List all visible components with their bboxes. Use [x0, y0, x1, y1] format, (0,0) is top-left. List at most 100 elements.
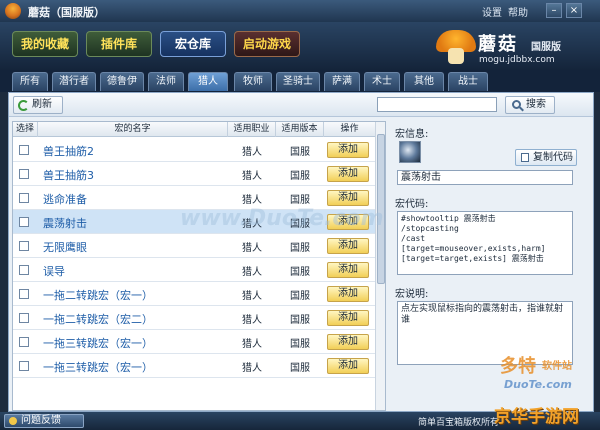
macro-desc-textarea[interactable]: 点左实现鼠标指向的震荡射击，指谁就射谁	[397, 301, 573, 365]
feedback-button[interactable]: 问题反馈	[4, 414, 84, 428]
my-favorites-button[interactable]: 我的收藏	[12, 31, 78, 57]
table-row[interactable]: 一拖二转跳宏（宏二） 猎人 国服 添加	[13, 306, 375, 330]
tab-paladin[interactable]: 圣骑士	[276, 72, 320, 91]
tab-warlock[interactable]: 术士	[364, 72, 400, 91]
macro-version: 国服	[290, 147, 310, 158]
table-row[interactable]: 一拖二转跳宏（宏一） 猎人 国服 添加	[13, 282, 375, 306]
refresh-label: 刷新	[32, 99, 52, 110]
add-button[interactable]: 添加	[327, 358, 369, 374]
macro-name[interactable]: 一拖二转跳宏（宏一）	[43, 287, 153, 303]
tab-all[interactable]: 所有	[12, 72, 48, 91]
tab-hunter[interactable]: 猎人	[188, 72, 228, 91]
launch-game-button[interactable]: 启动游戏	[234, 31, 300, 57]
table-row[interactable]: 无限鹰眼 猎人 国服 添加	[13, 234, 375, 258]
help-link[interactable]: 帮助	[508, 4, 528, 19]
tab-druid[interactable]: 德鲁伊	[100, 72, 144, 91]
tab-priest[interactable]: 牧师	[234, 72, 272, 91]
macro-library-button[interactable]: 宏仓库	[160, 31, 226, 57]
row-checkbox[interactable]	[19, 361, 29, 371]
table-row[interactable]: 震荡射击 猎人 国服 添加	[13, 210, 375, 234]
search-input[interactable]	[377, 97, 497, 112]
toolbar: 刷新 搜索	[9, 93, 593, 117]
macro-name[interactable]: 一拖二转跳宏（宏二）	[43, 311, 153, 327]
macro-job: 猎人	[242, 147, 262, 158]
table-row[interactable]: 兽王抽筋3 猎人 国服 添加	[13, 162, 375, 186]
macro-name[interactable]: 兽王抽筋2	[43, 143, 94, 159]
macro-name[interactable]: 震荡射击	[43, 215, 87, 231]
row-checkbox[interactable]	[19, 289, 29, 299]
macro-job: 猎人	[242, 195, 262, 206]
macro-detail-panel: 宏信息: 复制代码 震荡射击 宏代码: #showtooltip 震荡射击 /s…	[395, 121, 589, 411]
minimize-button[interactable]: –	[546, 3, 562, 18]
tab-warrior[interactable]: 战士	[448, 72, 488, 91]
macro-version: 国服	[290, 315, 310, 326]
tab-shaman[interactable]: 萨满	[324, 72, 360, 91]
macro-version: 国服	[290, 219, 310, 230]
close-button[interactable]: ×	[566, 3, 582, 18]
macro-name[interactable]: 无限鹰眼	[43, 239, 87, 255]
table-row[interactable]: 一拖三转跳宏（宏一） 猎人 国服 添加	[13, 330, 375, 354]
row-checkbox[interactable]	[19, 217, 29, 227]
row-checkbox[interactable]	[19, 169, 29, 179]
table-row[interactable]: 兽王抽筋2 猎人 国服 添加	[13, 138, 375, 162]
row-checkbox[interactable]	[19, 241, 29, 251]
scrollbar-thumb[interactable]	[377, 134, 385, 284]
status-bar: 问题反馈 简单百宝箱版权所有	[0, 412, 600, 430]
macro-version: 国服	[290, 171, 310, 182]
tab-rogue[interactable]: 潜行者	[52, 72, 96, 91]
macro-version: 国服	[290, 363, 310, 374]
table-row[interactable]: 逃命准备 猎人 国服 添加	[13, 186, 375, 210]
macro-version: 国服	[290, 243, 310, 254]
row-checkbox[interactable]	[19, 193, 29, 203]
col-select: 选择	[13, 122, 38, 137]
macro-job: 猎人	[242, 243, 262, 254]
main-content: 刷新 搜索 选择 宏的名字 适用职业 适用版本 操作 兽王抽筋2 猎人 国服 添加 兽王…	[8, 92, 594, 412]
add-button[interactable]: 添加	[327, 166, 369, 182]
table-row[interactable]: 误导 猎人 国服 添加	[13, 258, 375, 282]
macro-name[interactable]: 逃命准备	[43, 191, 87, 207]
refresh-icon	[18, 100, 29, 111]
table-header: 选择 宏的名字 适用职业 适用版本 操作	[13, 122, 375, 137]
add-button[interactable]: 添加	[327, 334, 369, 350]
list-scrollbar[interactable]	[375, 122, 385, 410]
settings-link[interactable]: 设置	[482, 4, 502, 19]
table-row[interactable]: 一拖三转跳宏（宏一） 猎人 国服 添加	[13, 354, 375, 378]
logo-text: 蘑菇	[478, 34, 518, 55]
col-action: 操作	[340, 124, 359, 134]
app-window: 蘑菇（国服版） 设置 帮助 – × 我的收藏 插件库 宏仓库 启动游戏 蘑菇 国…	[0, 0, 600, 430]
add-button[interactable]: 添加	[327, 310, 369, 326]
tab-other[interactable]: 其他	[404, 72, 444, 91]
macro-code-textarea[interactable]: #showtooltip 震荡射击 /stopcasting /cast [ta…	[397, 211, 573, 275]
row-checkbox[interactable]	[19, 145, 29, 155]
add-button[interactable]: 添加	[327, 142, 369, 158]
refresh-button[interactable]: 刷新	[13, 96, 63, 114]
add-button[interactable]: 添加	[327, 286, 369, 302]
macro-job: 猎人	[242, 267, 262, 278]
add-button[interactable]: 添加	[327, 238, 369, 254]
search-button[interactable]: 搜索	[505, 96, 555, 114]
row-checkbox[interactable]	[19, 313, 29, 323]
add-button[interactable]: 添加	[327, 214, 369, 230]
row-checkbox[interactable]	[19, 337, 29, 347]
row-checkbox[interactable]	[19, 265, 29, 275]
feedback-label: 问题反馈	[21, 415, 61, 426]
macro-job: 猎人	[242, 219, 262, 230]
window-title: 蘑菇（国服版）	[28, 6, 105, 19]
macro-name-field[interactable]: 震荡射击	[397, 170, 573, 185]
add-button[interactable]: 添加	[327, 262, 369, 278]
col-version: 适用版本	[276, 122, 324, 137]
copy-code-button[interactable]: 复制代码	[515, 149, 577, 166]
macro-name[interactable]: 误导	[43, 263, 65, 279]
plugin-library-button[interactable]: 插件库	[86, 31, 152, 57]
tab-mage[interactable]: 法师	[148, 72, 184, 91]
macro-name[interactable]: 一拖三转跳宏（宏一）	[43, 335, 153, 351]
macro-list: 选择 宏的名字 适用职业 适用版本 操作 兽王抽筋2 猎人 国服 添加 兽王抽筋3 猎人国…	[12, 121, 386, 411]
macro-name[interactable]: 兽王抽筋3	[43, 167, 94, 183]
copyright-text: 简单百宝箱版权所有	[418, 418, 500, 428]
macro-name[interactable]: 一拖三转跳宏（宏一）	[43, 359, 153, 375]
macro-job: 猎人	[242, 291, 262, 302]
add-button[interactable]: 添加	[327, 190, 369, 206]
col-name: 宏的名字	[38, 122, 228, 137]
macro-job: 猎人	[242, 171, 262, 182]
macro-job: 猎人	[242, 339, 262, 350]
